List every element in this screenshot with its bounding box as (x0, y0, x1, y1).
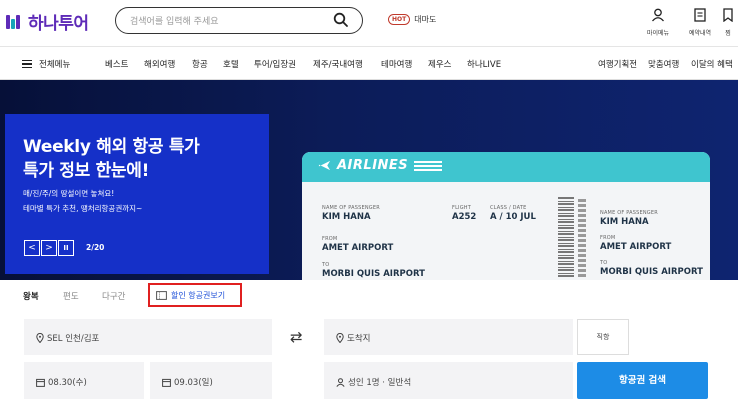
passenger-class-field[interactable]: 성인 1명 · 일반석 (324, 362, 573, 399)
tab-multi-city[interactable]: 다구간 (102, 290, 125, 302)
all-menu-button[interactable]: 전체메뉴 (22, 58, 70, 70)
hot-keyword[interactable]: HOT 대마도 (388, 14, 436, 25)
reservations-label: 예약내역 (688, 30, 712, 37)
ticket-to: MORBI QUIS AIRPORT (322, 269, 425, 279)
depart-date-field[interactable]: 08.30(수) (24, 362, 144, 399)
hero-sub-line1: 매/진/주/의 땅설이면 놓쳐요! (23, 189, 115, 198)
ticket-brand-text: AIRLINES (337, 158, 409, 173)
location-pin-icon (336, 333, 344, 343)
hot-badge: HOT (388, 14, 411, 25)
passenger-class-value: 성인 1명 · 일반석 (348, 378, 412, 388)
arrival-field[interactable]: 도착지 (324, 319, 573, 355)
all-menu-label: 전체메뉴 (39, 60, 71, 70)
boarding-pass-image: AIRLINES NAME OF PASSENGER KIM HANA FLIG… (302, 152, 710, 280)
logo-mark (6, 13, 24, 31)
nav-item-tour[interactable]: 투어/입장권 (254, 58, 296, 70)
tab-round-trip[interactable]: 왕복 (23, 290, 39, 302)
my-menu-button[interactable]: 마이메뉴 (641, 7, 675, 37)
document-icon (694, 8, 706, 22)
ticket-barcode (558, 197, 574, 277)
ticket-class-date: A / 10 JUL (490, 212, 536, 222)
ticket-name: KIM HANA (322, 212, 371, 222)
ticket-stub-from: AMET AIRPORT (600, 242, 672, 252)
hero-sub-line2: 테마별 특가 추천, 땡처리항공권까지~ (23, 204, 143, 213)
return-date-value: 09.03(일) (174, 378, 213, 388)
nav-item-overseas[interactable]: 해외여행 (144, 58, 175, 70)
airplane-icon (318, 160, 331, 171)
flight-search-button[interactable]: 항공권 검색 (577, 362, 708, 399)
ticket-brand: AIRLINES (318, 158, 443, 173)
hero-title-line1: Weekly 해외 항공 특가 (23, 137, 200, 157)
logo-text: 하나투어 (28, 14, 89, 34)
calendar-icon (36, 378, 45, 387)
ticket-stripe (414, 160, 443, 171)
search-icon[interactable] (333, 12, 349, 32)
calendar-icon (162, 378, 171, 387)
ticket-barcode-small (578, 197, 586, 277)
ticket-stub-to: MORBI QUIS AIRPORT (600, 267, 703, 277)
ticket-stub-to-label: TO (600, 260, 608, 266)
bookmark-icon (723, 8, 733, 23)
nav-item-best[interactable]: 베스트 (105, 58, 128, 70)
nav-item-zeus[interactable]: 제우스 (428, 58, 451, 70)
ticket-from: AMET AIRPORT (322, 243, 394, 253)
arrival-input: 도착지 (347, 334, 371, 344)
ticket-name-label: NAME OF PASSENGER (322, 205, 380, 211)
nav-item-promotions[interactable]: 여행기획전 (598, 58, 637, 70)
person-icon (336, 377, 345, 387)
logo[interactable]: 하나투어 (6, 9, 89, 34)
nav-item-hana-live[interactable]: 하나LIVE (467, 58, 501, 70)
prev-slide-button[interactable]: < (24, 240, 40, 256)
departure-value: SEL 인천/김포 (47, 334, 100, 344)
wishlist-button[interactable]: 찜 (716, 7, 738, 37)
swap-icon[interactable]: ⇄ (290, 328, 303, 346)
depart-date-value: 08.30(수) (48, 378, 87, 388)
discount-flights-label: 할인 항공권보기 (171, 290, 226, 300)
my-menu-label: 마이메뉴 (646, 30, 670, 37)
nav-item-flight[interactable]: 항공 (192, 58, 208, 70)
reservations-button[interactable]: 예약내역 (683, 7, 717, 37)
nav-item-jeju-domestic[interactable]: 제주/국내여행 (313, 58, 363, 70)
main-nav: 전체메뉴 베스트 해외여행 항공 호텔 투어/입장권 제주/국내여행 테마여행 … (0, 46, 738, 80)
nav-item-theme[interactable]: 테마여행 (381, 58, 412, 70)
nav-item-custom-trip[interactable]: 맞춤여행 (648, 58, 679, 70)
ticket-icon (156, 290, 167, 300)
pause-slide-button[interactable]: II (58, 240, 74, 256)
hero-title-line2: 특가 정보 한눈에! (23, 161, 150, 181)
ticket-flight-label: FLIGHT (452, 205, 472, 211)
ticket-flight: A252 (452, 212, 477, 222)
search-input[interactable]: 검색어를 입력해 주세요 (130, 14, 219, 27)
flight-search-panel: 왕복 편도 다구간 할인 항공권보기 SEL 인천/김포 ⇄ 도착지 직항 08… (10, 280, 728, 417)
nav-item-hotel[interactable]: 호텔 (223, 58, 239, 70)
hamburger-icon (22, 60, 32, 68)
return-date-field[interactable]: 09.03(일) (150, 362, 272, 399)
discount-flights-link[interactable]: 할인 항공권보기 (148, 283, 242, 307)
hero-banner[interactable]: Weekly 해외 항공 특가 특가 정보 한눈에! 매/진/주/의 땅설이면 … (0, 80, 738, 280)
slide-counter: 2/20 (86, 243, 105, 252)
ticket-to-label: TO (322, 262, 330, 268)
hot-keyword-text[interactable]: 대마도 (414, 14, 436, 25)
location-pin-icon (36, 333, 44, 343)
user-icon (652, 8, 664, 22)
ticket-class-label: CLASS / DATE (490, 205, 527, 211)
header: 하나투어 검색어를 입력해 주세요 HOT 대마도 마이메뉴 예약내역 찜 (0, 0, 738, 46)
ticket-from-label: FROM (322, 236, 338, 242)
ticket-stub-name-label: NAME OF PASSENGER (600, 210, 658, 216)
next-slide-button[interactable]: > (41, 240, 57, 256)
direct-flight-checkbox[interactable]: 직항 (577, 319, 629, 355)
wishlist-label: 찜 (725, 30, 731, 37)
search-bar[interactable]: 검색어를 입력해 주세요 (115, 7, 363, 34)
nav-item-monthly-benefit[interactable]: 이달의 혜택 (691, 58, 733, 70)
ticket-stub-name: KIM HANA (600, 217, 649, 227)
ticket-stub-from-label: FROM (600, 235, 616, 241)
departure-field[interactable]: SEL 인천/김포 (24, 319, 272, 355)
tab-one-way[interactable]: 편도 (63, 290, 79, 302)
